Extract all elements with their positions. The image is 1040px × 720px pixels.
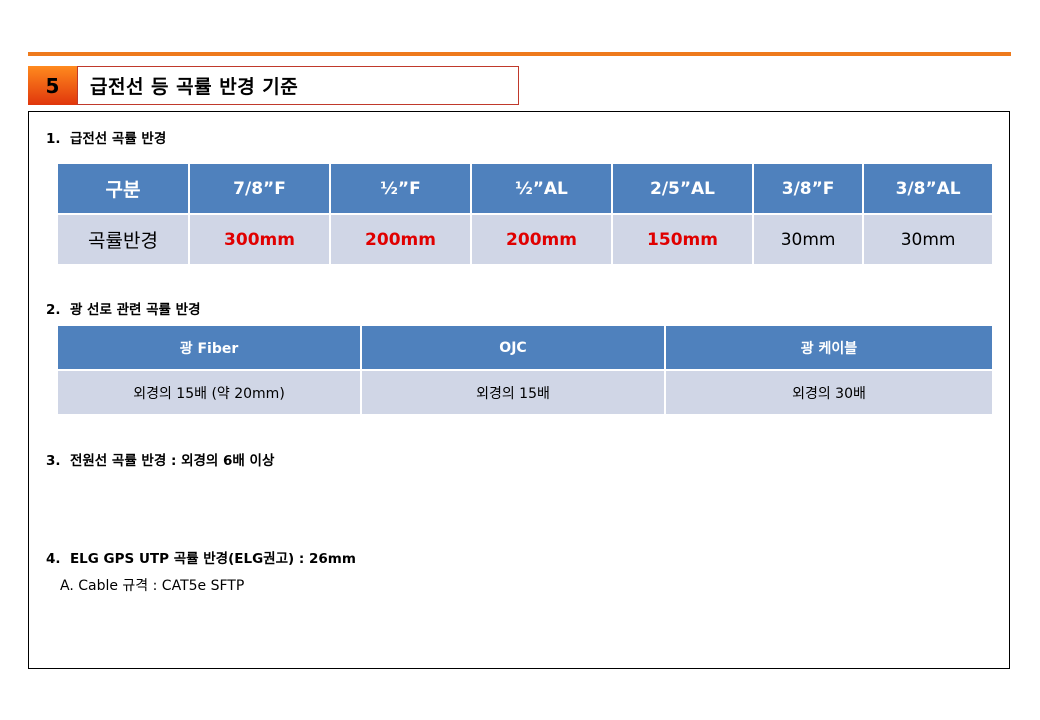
table-header-cell: ½”AL (472, 164, 611, 213)
table-header-cell: 3/8”AL (864, 164, 992, 213)
table-header-cell: OJC (362, 326, 664, 369)
item-4-text: ELG GPS UTP 곡률 반경(ELG권고) : 26mm (69, 551, 356, 567)
table-cell: 300mm (190, 215, 329, 264)
item-2-text: 광 선로 관련 곡률 반경 (69, 302, 201, 318)
item-4-number: 4. (46, 551, 61, 567)
table-row: 외경의 15배 (약 20mm) 외경의 15배 외경의 30배 (58, 371, 992, 414)
item-1-heading: 1. 급전선 곡률 반경 (46, 127, 166, 147)
table-cell: 외경의 15배 (362, 371, 664, 414)
table-header-row: 광 Fiber OJC 광 케이블 (58, 326, 992, 369)
table-header-cell: 구분 (58, 164, 188, 213)
table-row: 곡률반경 300mm 200mm 200mm 150mm 30mm 30mm (58, 215, 992, 264)
table-header-cell: 광 Fiber (58, 326, 360, 369)
table-header-row: 구분 7/8”F ½”F ½”AL 2/5”AL 3/8”F 3/8”AL (58, 164, 992, 213)
item-4-heading: 4. ELG GPS UTP 곡률 반경(ELG권고) : 26mm (46, 547, 356, 567)
table-header-cell: 2/5”AL (613, 164, 752, 213)
item-3-number: 3. (46, 453, 61, 469)
table-cell: 곡률반경 (58, 215, 188, 264)
item-2-number: 2. (46, 302, 61, 318)
item-3-text: 전원선 곡률 반경 : 외경의 6배 이상 (69, 453, 275, 469)
table-header-cell: 광 케이블 (666, 326, 992, 369)
table-header-cell: ½”F (331, 164, 470, 213)
top-divider-line (28, 52, 1011, 56)
item-1-number: 1. (46, 131, 61, 147)
table-cell: 200mm (472, 215, 611, 264)
table-header-cell: 3/8”F (754, 164, 863, 213)
bend-radius-table-feeder: 구분 7/8”F ½”F ½”AL 2/5”AL 3/8”F 3/8”AL 곡률… (56, 162, 994, 266)
section-number-badge: 5 (28, 66, 77, 105)
table-cell: 30mm (754, 215, 863, 264)
section-title: 급전선 등 곡률 반경 기준 (77, 66, 519, 105)
table-cell: 외경의 15배 (약 20mm) (58, 371, 360, 414)
item-1-text: 급전선 곡률 반경 (69, 131, 167, 147)
table-cell: 30mm (864, 215, 992, 264)
item-4-subitem: A. Cable 규격 : CAT5e SFTP (60, 578, 245, 594)
table-cell: 외경의 30배 (666, 371, 992, 414)
table-cell: 200mm (331, 215, 470, 264)
item-2-heading: 2. 광 선로 관련 곡률 반경 (46, 298, 201, 318)
table-header-cell: 7/8”F (190, 164, 329, 213)
item-3-heading: 3. 전원선 곡률 반경 : 외경의 6배 이상 (46, 449, 274, 469)
table-cell: 150mm (613, 215, 752, 264)
bend-radius-table-optical: 광 Fiber OJC 광 케이블 외경의 15배 (약 20mm) 외경의 1… (56, 324, 994, 416)
